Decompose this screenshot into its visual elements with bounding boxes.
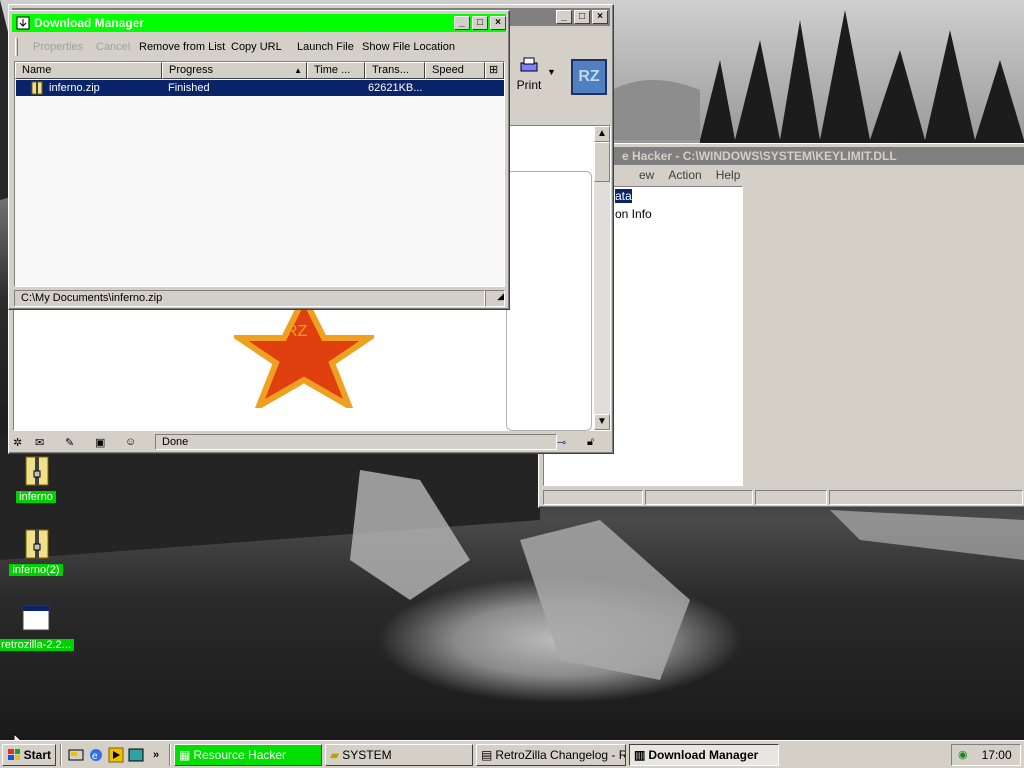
media-player-icon[interactable] [106, 745, 126, 765]
zip-folder-icon [20, 528, 52, 560]
menu-view[interactable]: ew [639, 168, 654, 182]
download-manager-icon [16, 16, 30, 30]
list-header: Name Progress ▲ Time ... Trans... Speed … [15, 62, 504, 79]
desktop-icon-label: inferno [16, 491, 56, 503]
column-picker-icon[interactable]: ⊞ [485, 62, 504, 79]
download-icon: ▥ [634, 747, 646, 762]
maximize-button[interactable]: □ [574, 10, 590, 24]
print-dropdown-arrow[interactable]: ▼ [547, 67, 556, 77]
row-progress: Finished [168, 82, 210, 94]
show-desktop-icon[interactable] [66, 745, 86, 765]
desktop-icon-inferno[interactable]: inferno [0, 455, 76, 503]
tree-item-version-info[interactable]: on Info [615, 207, 652, 221]
scroll-up-button[interactable]: ▲ [594, 126, 610, 142]
toolbar-grip[interactable] [15, 38, 18, 56]
close-button[interactable]: × [490, 16, 506, 30]
zip-folder-icon [20, 455, 52, 487]
scroll-thumb[interactable] [594, 142, 610, 182]
properties-button[interactable]: Properties [33, 36, 83, 58]
cancel-button[interactable]: Cancel [96, 36, 130, 58]
online-status-icon[interactable]: ⊸ [557, 436, 587, 449]
windows-logo-icon [8, 748, 20, 760]
task-retrozilla-changelog[interactable]: ▤ RetroZilla Changelog - R... [476, 743, 626, 766]
retrozilla-throbber-logo[interactable]: RZ [571, 59, 607, 95]
sort-ascending-icon: ▲ [294, 66, 302, 75]
print-button[interactable]: Print [509, 57, 549, 92]
status-text: Done [155, 434, 557, 450]
resource-hacker-titlebar[interactable]: e Hacker - C:\WINDOWS\SYSTEM\KEYLIMIT.DL… [542, 147, 1024, 165]
row-transferred: 62621KB... [368, 82, 423, 94]
desktop-icon-inferno-2[interactable]: inferno(2) [0, 528, 76, 576]
addressbook-icon[interactable]: ▣ [95, 436, 125, 449]
status-bar [543, 490, 1023, 505]
taskbar-separator [60, 743, 62, 766]
download-manager-window[interactable]: Download Manager _ □ × Properties Cancel… [8, 10, 510, 310]
minimize-button[interactable]: _ [454, 16, 470, 30]
column-header-time[interactable]: Time ... [307, 62, 365, 79]
composer-icon[interactable]: ✎ [65, 436, 95, 449]
application-window-icon [20, 603, 52, 635]
rz-star-text: RZ [286, 323, 308, 340]
column-header-progress[interactable]: Progress ▲ [162, 62, 307, 79]
show-file-location-button[interactable]: Show File Location [362, 36, 455, 58]
task-resource-hacker[interactable]: ▦ Resource Hacker [174, 743, 322, 766]
system-tray: ◉ 17:00 [951, 743, 1021, 766]
menu-help[interactable]: Help [716, 168, 741, 182]
quick-launch-more-icon[interactable]: » [146, 745, 166, 765]
column-header-transferred[interactable]: Trans... [365, 62, 425, 79]
menu-bar: ew Action Help [639, 168, 740, 182]
navigator-icon[interactable]: ✲ [13, 436, 35, 449]
copy-url-button[interactable]: Copy URL [231, 36, 282, 58]
zip-file-icon [31, 81, 43, 95]
download-toolbar: Properties Cancel Remove from List Copy … [13, 36, 505, 58]
reshacker-icon: ▦ [179, 747, 191, 762]
vertical-scrollbar[interactable]: ▲ ▼ [594, 126, 610, 430]
ie-icon[interactable]: e [86, 745, 106, 765]
window-title: e Hacker - C:\WINDOWS\SYSTEM\KEYLIMIT.DL… [622, 149, 897, 163]
browser-status-bar: ✲ ✉ ✎ ▣ ☺ Done ⊸ 🔓︎ [13, 433, 611, 451]
printer-icon [520, 57, 538, 72]
retrozilla-star-logo: RZ [234, 298, 374, 408]
taskbar: Start e » ▦ Resource Hacker ▰ SYSTEM ▤ R… [0, 740, 1024, 768]
downloads-list[interactable]: Name Progress ▲ Time ... Trans... Speed … [14, 61, 505, 287]
mail-icon[interactable]: ✉ [35, 436, 65, 449]
chat-icon[interactable]: ☺ [125, 436, 155, 448]
browser-icon: ▤ [481, 747, 493, 762]
window-title: Download Manager [34, 16, 145, 30]
desktop-icon-retrozilla[interactable]: retrozilla-2.2... [0, 603, 76, 651]
column-header-speed[interactable]: Speed [425, 62, 485, 79]
security-lock-icon[interactable]: 🔓︎ [587, 436, 611, 449]
task-system-folder[interactable]: ▰ SYSTEM [325, 743, 473, 766]
close-button[interactable]: × [592, 10, 608, 24]
content-panel [506, 171, 592, 431]
desktop-icon-label: retrozilla-2.2... [0, 639, 74, 651]
table-row[interactable]: inferno.zip Finished 62621KB... [16, 80, 504, 96]
taskbar-separator [169, 743, 171, 766]
tray-network-icon[interactable]: ◉ [958, 748, 968, 761]
svg-text:e: e [92, 751, 98, 762]
task-download-manager[interactable]: ▥ Download Manager [629, 743, 779, 766]
clock[interactable]: 17:00 [982, 748, 1012, 762]
menu-action[interactable]: Action [668, 168, 701, 182]
tree-item-data[interactable]: ata [615, 189, 632, 203]
folder-icon: ▰ [330, 747, 340, 762]
scroll-down-button[interactable]: ▼ [594, 414, 610, 430]
column-header-name[interactable]: Name [15, 62, 162, 79]
minimize-button[interactable]: _ [556, 10, 572, 24]
row-name: inferno.zip [49, 82, 100, 94]
resize-grip[interactable]: ◢ [485, 290, 505, 307]
desktop-icon-label: inferno(2) [9, 564, 63, 576]
status-path: C:\My Documents\inferno.zip [14, 290, 485, 307]
launch-file-button[interactable]: Launch File [297, 36, 354, 58]
download-manager-titlebar[interactable]: Download Manager _ □ × [12, 14, 506, 32]
start-button[interactable]: Start [2, 743, 56, 766]
window-icon[interactable] [126, 745, 146, 765]
download-status-bar: C:\My Documents\inferno.zip ◢ [14, 290, 505, 307]
maximize-button[interactable]: □ [472, 16, 488, 30]
remove-from-list-button[interactable]: Remove from List [139, 36, 225, 58]
